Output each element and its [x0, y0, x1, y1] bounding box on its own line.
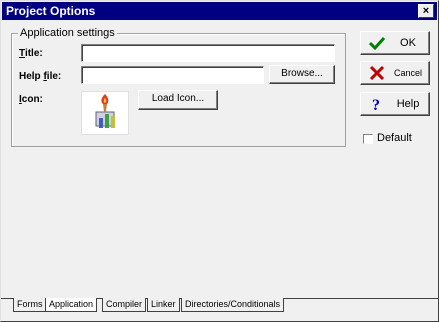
browse-button[interactable]: Browse...: [269, 65, 335, 84]
window-title: Project Options: [6, 4, 96, 18]
tab-compiler[interactable]: Compiler: [102, 298, 147, 312]
load-icon-button[interactable]: Load Icon...: [138, 90, 218, 110]
question-mark-icon: ?: [372, 97, 380, 112]
title-label: Title:: [19, 48, 43, 59]
cancel-button[interactable]: Cancel: [360, 61, 430, 85]
tab-directories-conditionals[interactable]: Directories/Conditionals: [181, 298, 285, 312]
tab-application[interactable]: Application: [45, 298, 98, 312]
check-icon: [369, 36, 385, 51]
icon-label: Icon:: [19, 94, 43, 105]
default-checkbox[interactable]: [363, 134, 373, 144]
help-button[interactable]: ? Help: [360, 92, 430, 116]
project-options-window: Project Options × Application settings T…: [0, 0, 439, 322]
load-icon-label: Load Icon...: [151, 93, 205, 104]
torch-icon: [95, 94, 115, 128]
tab-forms[interactable]: Forms: [13, 298, 47, 312]
tab-linker[interactable]: Linker: [147, 298, 180, 312]
svg-text:?: ?: [372, 97, 380, 112]
x-icon: [369, 65, 385, 81]
help-file-input[interactable]: [81, 66, 264, 84]
group-label: Application settings: [18, 27, 117, 39]
default-label: Default: [377, 132, 412, 144]
browse-label: Browse...: [281, 68, 323, 79]
app-icon-preview: [81, 91, 129, 135]
ok-button[interactable]: OK: [360, 31, 430, 55]
close-icon: ×: [422, 5, 430, 17]
cancel-label: Cancel: [393, 68, 422, 78]
title-bar[interactable]: Project Options ×: [2, 2, 437, 20]
close-button[interactable]: ×: [418, 4, 434, 18]
title-input[interactable]: [81, 44, 335, 62]
help-label: Help: [396, 98, 420, 110]
ok-label: OK: [400, 37, 416, 49]
help-file-label: Help file:: [19, 71, 62, 82]
